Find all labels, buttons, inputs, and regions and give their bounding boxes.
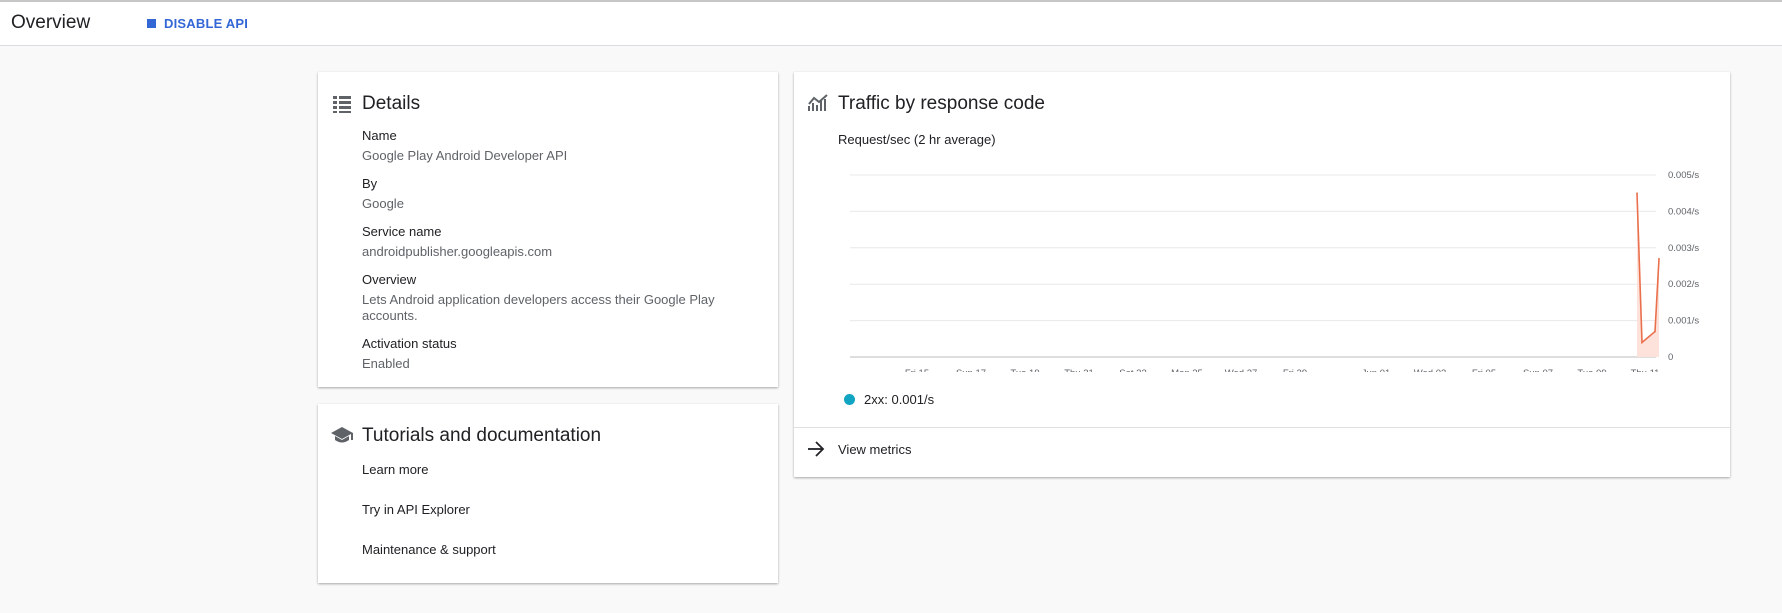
traffic-card: Traffic by response code Request/sec (2 … bbox=[794, 72, 1730, 477]
detail-activation-status: Activation status Enabled bbox=[362, 336, 457, 372]
data-point bbox=[1654, 330, 1656, 333]
maintenance-support-link[interactable]: Maintenance & support bbox=[362, 542, 496, 557]
y-tick-label: 0.001/s bbox=[1668, 316, 1699, 327]
chart-legend: 2xx: 0.001/s bbox=[844, 392, 934, 407]
tutorials-card: Tutorials and documentation Learn more T… bbox=[318, 404, 778, 583]
view-metrics-link[interactable]: View metrics bbox=[807, 441, 911, 457]
arrow-right-icon bbox=[808, 441, 825, 457]
data-point bbox=[1641, 341, 1643, 344]
x-tick-label: Wed 27 bbox=[1225, 368, 1258, 372]
x-tick-label: Mon 25 bbox=[1171, 368, 1203, 372]
table-icon bbox=[333, 96, 351, 113]
detail-value: Google bbox=[362, 196, 404, 211]
legend-dot bbox=[844, 394, 855, 405]
x-tick-label: Sun 07 bbox=[1523, 368, 1553, 372]
disable-api-label: DISABLE API bbox=[164, 16, 249, 31]
x-tick-label: Thu 21 bbox=[1064, 368, 1094, 372]
page-title: Overview bbox=[11, 12, 91, 33]
data-point bbox=[1636, 192, 1638, 194]
detail-label: Name bbox=[362, 128, 397, 143]
x-tick-label: Thu 11 bbox=[1631, 368, 1660, 372]
x-tick-label: Tue 19 bbox=[1010, 368, 1039, 372]
detail-label: Activation status bbox=[362, 336, 457, 351]
legend-label: 2xx: bbox=[864, 392, 888, 407]
details-card: Details Name Google Play Android Develop… bbox=[318, 72, 778, 387]
detail-service-name: Service name androidpublisher.googleapis… bbox=[362, 224, 552, 260]
detail-value: Lets Android application developers acce… bbox=[362, 292, 715, 323]
x-tick-label: Wed 03 bbox=[1414, 368, 1447, 372]
detail-label: Service name bbox=[362, 224, 442, 239]
learn-more-link[interactable]: Learn more bbox=[362, 462, 428, 477]
legend-value: 0.001/s bbox=[891, 392, 935, 407]
detail-value: Enabled bbox=[362, 356, 410, 371]
detail-value: Google Play Android Developer API bbox=[362, 148, 568, 163]
details-title: Details bbox=[362, 93, 421, 114]
stop-icon bbox=[147, 19, 156, 28]
traffic-chart: 0 0.001/s 0.002/s 0.003/s 0.004/s 0.005/s Fri … bbox=[850, 170, 1699, 372]
detail-overview: Overview Lets Android application develo… bbox=[362, 272, 732, 324]
school-icon bbox=[331, 427, 353, 443]
detail-by: By Google bbox=[362, 176, 404, 212]
x-tick-label: Sun 17 bbox=[956, 368, 986, 372]
top-bar: Overview DISABLE API bbox=[0, 0, 1782, 46]
card-divider bbox=[794, 427, 1730, 428]
y-tick-label: 0.003/s bbox=[1668, 243, 1699, 254]
detail-label: Overview bbox=[362, 272, 417, 287]
y-tick-label: 0.005/s bbox=[1668, 170, 1699, 181]
x-tick-label: Sat 23 bbox=[1119, 368, 1146, 372]
tutorials-title: Tutorials and documentation bbox=[362, 425, 602, 446]
detail-name: Name Google Play Android Developer API bbox=[362, 128, 567, 164]
data-point bbox=[1658, 257, 1660, 260]
y-tick-label: 0 bbox=[1668, 352, 1673, 363]
api-explorer-link[interactable]: Try in API Explorer bbox=[362, 502, 470, 517]
detail-label: By bbox=[362, 176, 378, 191]
x-tick-label: Fri 29 bbox=[1283, 368, 1307, 372]
view-metrics-label: View metrics bbox=[838, 441, 912, 457]
y-tick-label: 0.004/s bbox=[1668, 206, 1699, 217]
y-tick-label: 0.002/s bbox=[1668, 279, 1699, 290]
x-tick-label: Tue 09 bbox=[1577, 368, 1606, 372]
disable-api-button[interactable]: DISABLE API bbox=[147, 16, 248, 31]
x-tick-label: Fri 15 bbox=[905, 368, 929, 372]
x-tick-label: Jun 01 bbox=[1362, 368, 1391, 372]
detail-value: androidpublisher.googleapis.com bbox=[362, 244, 553, 259]
x-tick-label: Fri 05 bbox=[1472, 368, 1496, 372]
